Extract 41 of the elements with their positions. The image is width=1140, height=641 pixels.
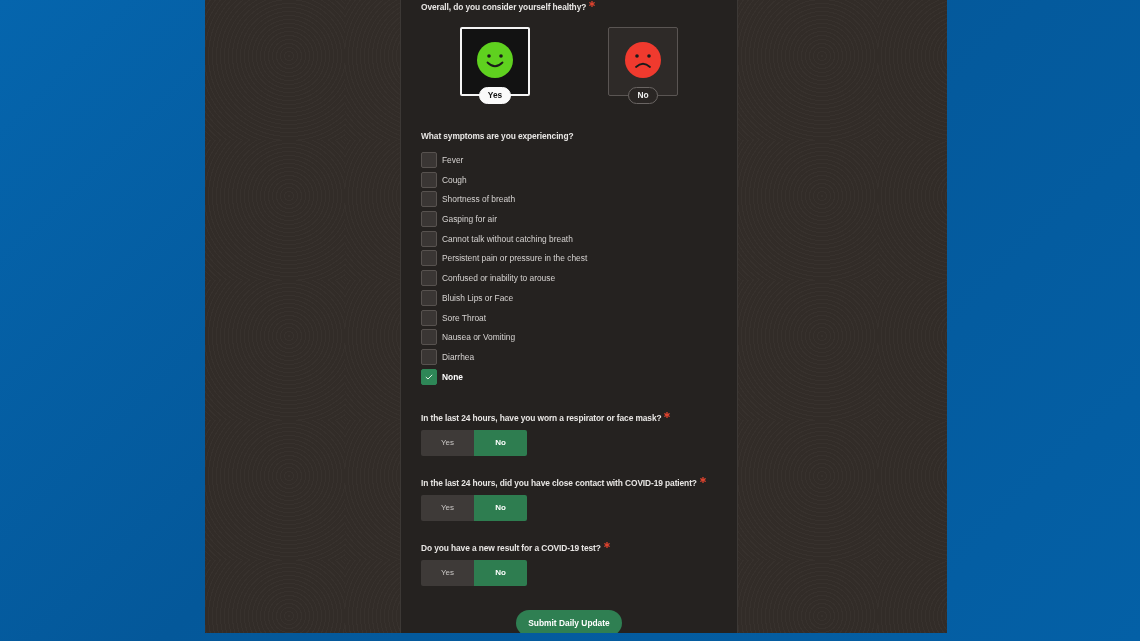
checkbox[interactable] <box>421 368 437 385</box>
submit-button[interactable]: Submit Daily Update <box>516 609 622 633</box>
toggle-option-button[interactable]: Yes <box>421 559 474 586</box>
question-label: What symptoms are you experiencing? <box>421 130 574 142</box>
checkbox-label: Sore Throat <box>442 311 487 324</box>
checkbox[interactable] <box>421 348 437 365</box>
checkbox[interactable] <box>421 191 437 208</box>
smiley-face-icon <box>476 40 514 79</box>
toggle-option-button[interactable]: Yes <box>421 494 474 521</box>
checkbox[interactable] <box>421 250 437 267</box>
checkbox[interactable] <box>421 230 437 247</box>
toggle-option-button[interactable]: No <box>474 429 527 456</box>
checkbox[interactable] <box>421 329 437 346</box>
question-label: Do you have a new result for a COVID-19 test? <box>421 541 601 554</box>
checkbox-label: Gasping for air <box>442 213 497 226</box>
sad-face-icon <box>624 40 662 79</box>
checkbox-label: Bluish Lips or Face <box>442 291 514 304</box>
toggle-option-button[interactable]: No <box>474 559 527 586</box>
checkbox[interactable] <box>421 289 437 306</box>
checkbox-label: Cough <box>442 173 467 186</box>
checkbox[interactable] <box>421 152 437 168</box>
checkmark-icon <box>425 373 433 380</box>
checkbox-label: Diarrhea <box>442 350 475 363</box>
checkbox[interactable] <box>421 270 437 287</box>
checkbox-label: Nausea or Vomiting <box>442 331 516 344</box>
option-label: Yes <box>478 87 512 104</box>
checkbox-label: Shortness of breath <box>442 193 516 206</box>
question-label: In the last 24 hours, have you worn a respirator or face mask? <box>421 411 662 424</box>
toggle-option-button[interactable]: No <box>474 494 527 521</box>
checkbox-label: Persistent pain or pressure in the chest <box>442 252 588 265</box>
toggle-option-button[interactable]: Yes <box>421 429 474 456</box>
checkbox-label: None <box>442 370 463 383</box>
question-label: In the last 24 hours, did you have close contact with COVID-19 patient? <box>421 476 697 489</box>
question-label: Overall, do you consider yourself healthy? <box>421 1 587 13</box>
option-label: No <box>628 87 658 104</box>
checkbox-label: Cannot talk without catching breath <box>442 232 573 245</box>
checkbox[interactable] <box>421 309 437 326</box>
checkbox[interactable] <box>421 211 437 228</box>
checkbox-label: Fever <box>442 154 464 166</box>
checkbox[interactable] <box>421 171 437 188</box>
checkbox-label: Confused or inability to arouse <box>442 272 556 285</box>
